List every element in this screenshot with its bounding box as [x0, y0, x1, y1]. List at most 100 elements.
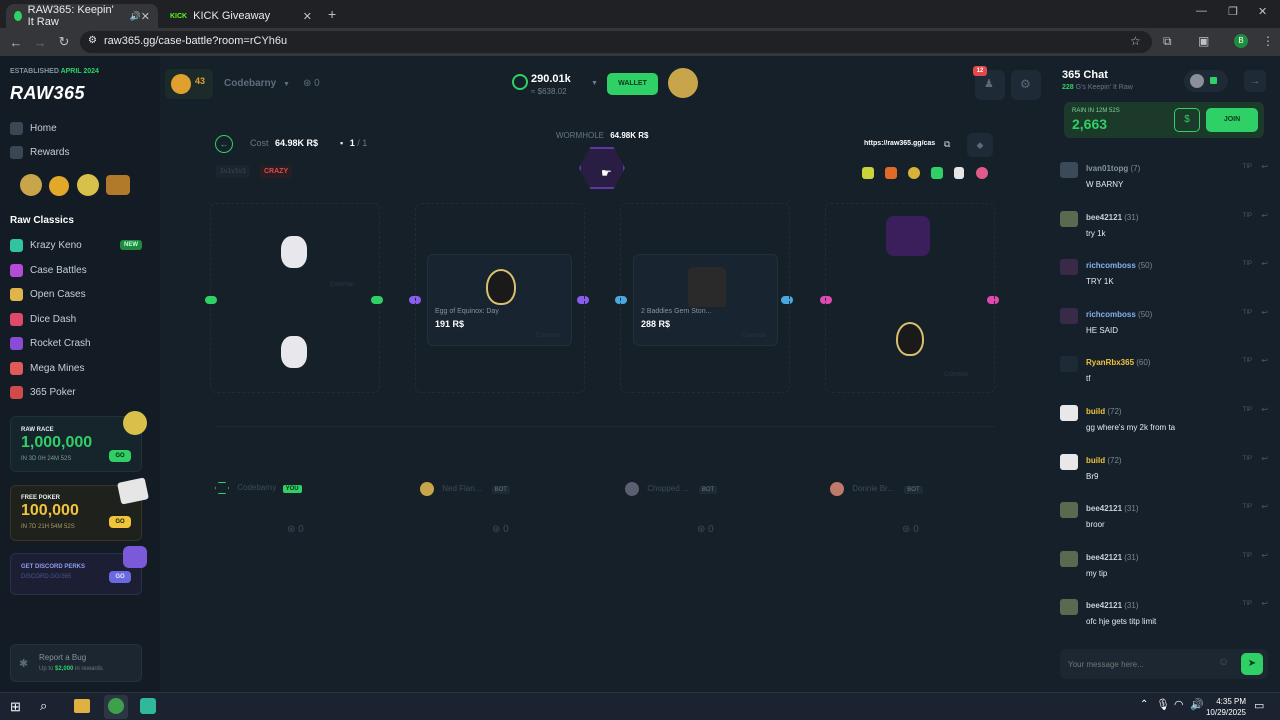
- player-slot-4[interactable]: Donnie Br... BOT: [830, 482, 923, 496]
- search-icon[interactable]: ⌕: [40, 698, 47, 714]
- avatar[interactable]: [1060, 550, 1078, 567]
- chat-username[interactable]: bee42121 (31): [1086, 504, 1139, 513]
- discord-perks-card[interactable]: GET DISCORD PERKS DISCORD.GG/365 GO: [10, 546, 147, 595]
- tip-button[interactable]: TIP: [1243, 601, 1252, 607]
- avatar[interactable]: [1060, 405, 1078, 421]
- chat-users-toggle[interactable]: [1184, 70, 1228, 92]
- sidepanel-icon[interactable]: ▣: [1198, 34, 1209, 48]
- sidebar-item-home[interactable]: Home: [10, 120, 57, 136]
- back-icon[interactable]: ←: [4, 35, 28, 50]
- reply-icon[interactable]: ↩: [1261, 599, 1268, 608]
- share-link[interactable]: https://raw365.gg/cas: [864, 140, 944, 147]
- tip-button[interactable]: TIP: [1243, 261, 1252, 267]
- emote-1-icon[interactable]: [862, 167, 874, 179]
- emote-fire-icon[interactable]: [885, 167, 897, 179]
- sidebar-item-365-poker[interactable]: 365 Poker: [10, 384, 76, 400]
- item-card[interactable]: 2 Baddies Gem Ston... 288 R$ Common: [633, 254, 778, 346]
- chat-input-box[interactable]: ☺ ➤: [1060, 649, 1268, 679]
- settings-button[interactable]: ⚙: [1011, 70, 1041, 100]
- file-explorer-icon[interactable]: [74, 699, 90, 713]
- sidebar-item-mega-mines[interactable]: Mega Mines: [10, 360, 84, 376]
- forward-icon[interactable]: →: [28, 35, 52, 50]
- extensions-icon[interactable]: ⧉: [1163, 34, 1172, 49]
- reload-icon[interactable]: ↻: [52, 34, 76, 50]
- back-arrow-button[interactable]: ←: [215, 135, 233, 153]
- emote-face-icon[interactable]: [908, 167, 920, 179]
- reply-icon[interactable]: ↩: [1261, 502, 1268, 511]
- free-poker-go-button[interactable]: GO: [109, 516, 131, 528]
- notification-center-icon[interactable]: ▭: [1254, 699, 1264, 712]
- sidebar-item-dice-dash[interactable]: Dice Dash: [10, 311, 76, 327]
- reward-coin-icon[interactable]: [49, 176, 69, 196]
- chat-username[interactable]: RyanRbx365 (60): [1086, 358, 1151, 367]
- sidebar-item-rocket-crash[interactable]: Rocket Crash: [10, 335, 91, 351]
- app-icon[interactable]: [140, 698, 156, 714]
- tip-button[interactable]: TIP: [1243, 407, 1252, 413]
- url-field[interactable]: ⚙ raw365.gg/case-battle?room=rCYh6u: [80, 31, 1152, 53]
- avatar[interactable]: [1060, 453, 1078, 470]
- avatar[interactable]: [1060, 162, 1078, 178]
- bookmark-star-icon[interactable]: ☆: [1130, 34, 1141, 48]
- emote-clover-icon[interactable]: [931, 167, 943, 179]
- tip-button[interactable]: TIP: [1243, 553, 1252, 559]
- reward-chest-icon[interactable]: [20, 174, 42, 196]
- avatar[interactable]: [1060, 356, 1078, 373]
- item-card[interactable]: Egg of Equinox: Day 191 R$ Common: [427, 254, 572, 346]
- send-icon[interactable]: ➤: [1241, 653, 1263, 675]
- reply-icon[interactable]: ↩: [1261, 551, 1268, 560]
- raw365-logo[interactable]: RAW365: [10, 83, 85, 104]
- avatar[interactable]: [1060, 210, 1078, 227]
- chat-username[interactable]: bee42121 (31): [1086, 213, 1139, 222]
- player-slot-3[interactable]: Chopped ... BOT: [625, 482, 718, 496]
- windows-start-icon[interactable]: ⊞: [10, 699, 21, 715]
- new-tab-button[interactable]: +: [328, 6, 336, 22]
- browser-menu-icon[interactable]: ⋮: [1262, 34, 1274, 48]
- close-tab-icon[interactable]: ✕: [303, 10, 312, 23]
- tray-chevron-icon[interactable]: ⌃: [1140, 699, 1148, 710]
- free-poker-card[interactable]: FREE POKER 100,000 IN 7D 21H 54M 52S GO: [10, 477, 149, 541]
- rain-tip-icon[interactable]: $: [1174, 108, 1200, 132]
- tip-button[interactable]: TIP: [1243, 164, 1252, 170]
- emote-ball-icon[interactable]: [976, 167, 988, 179]
- report-bug-card[interactable]: ✱ Report a Bug Up to $2,000 in rewards: [10, 644, 142, 682]
- chat-username[interactable]: richcomboss (50): [1086, 310, 1152, 319]
- wallet-button[interactable]: WALLET: [607, 73, 658, 95]
- site-info-icon[interactable]: ⚙: [88, 35, 97, 46]
- raw-race-card[interactable]: RAW RACE 1,000,000 IN 3D 0H 24M 52S GO: [10, 411, 147, 472]
- reply-icon[interactable]: ↩: [1261, 356, 1268, 365]
- browser-tab-raw365[interactable]: RAW365: Keepin' It Raw 🔊 ✕: [6, 4, 158, 28]
- copy-icon[interactable]: ⧉: [944, 139, 950, 150]
- chat-username[interactable]: build (72): [1086, 456, 1122, 465]
- maximize-button[interactable]: ❐: [1228, 5, 1238, 18]
- reply-icon[interactable]: ↩: [1261, 454, 1268, 463]
- chat-username[interactable]: richcomboss (50): [1086, 261, 1152, 270]
- player-slot-2[interactable]: Ned Flan... BOT: [420, 482, 510, 496]
- reward-badge-icon[interactable]: [77, 174, 99, 196]
- reply-icon[interactable]: ↩: [1261, 405, 1268, 414]
- close-window-button[interactable]: ✕: [1258, 5, 1267, 18]
- chat-input[interactable]: [1068, 656, 1218, 672]
- sidebar-item-open-cases[interactable]: Open Cases: [10, 286, 86, 302]
- tip-button[interactable]: TIP: [1243, 213, 1252, 219]
- shield-icon[interactable]: ◆: [967, 133, 993, 157]
- emote-bottle-icon[interactable]: [954, 167, 964, 179]
- tip-button[interactable]: TIP: [1243, 456, 1252, 462]
- sidebar-item-krazy-keno[interactable]: Krazy Keno NEW: [10, 237, 142, 253]
- tip-button[interactable]: TIP: [1243, 504, 1252, 510]
- tip-button[interactable]: TIP: [1243, 310, 1252, 316]
- avatar[interactable]: [1060, 502, 1078, 519]
- discord-go-button[interactable]: GO: [109, 571, 131, 583]
- profile-avatar[interactable]: B: [1234, 34, 1248, 48]
- reply-icon[interactable]: ↩: [1261, 162, 1268, 171]
- avatar[interactable]: [1060, 599, 1078, 616]
- browser-tab-kick[interactable]: KICK KICK Giveaway ✕: [162, 4, 320, 28]
- close-tab-icon[interactable]: ✕: [141, 10, 150, 23]
- avatar[interactable]: [1060, 307, 1078, 324]
- reward-box-icon[interactable]: [106, 175, 130, 195]
- reply-icon[interactable]: ↩: [1261, 259, 1268, 268]
- minimize-button[interactable]: —: [1196, 5, 1207, 17]
- raw-race-go-button[interactable]: GO: [109, 450, 131, 462]
- join-rain-button[interactable]: JOIN: [1206, 108, 1258, 132]
- collapse-chat-icon[interactable]: →: [1244, 70, 1266, 92]
- tip-button[interactable]: TIP: [1243, 358, 1252, 364]
